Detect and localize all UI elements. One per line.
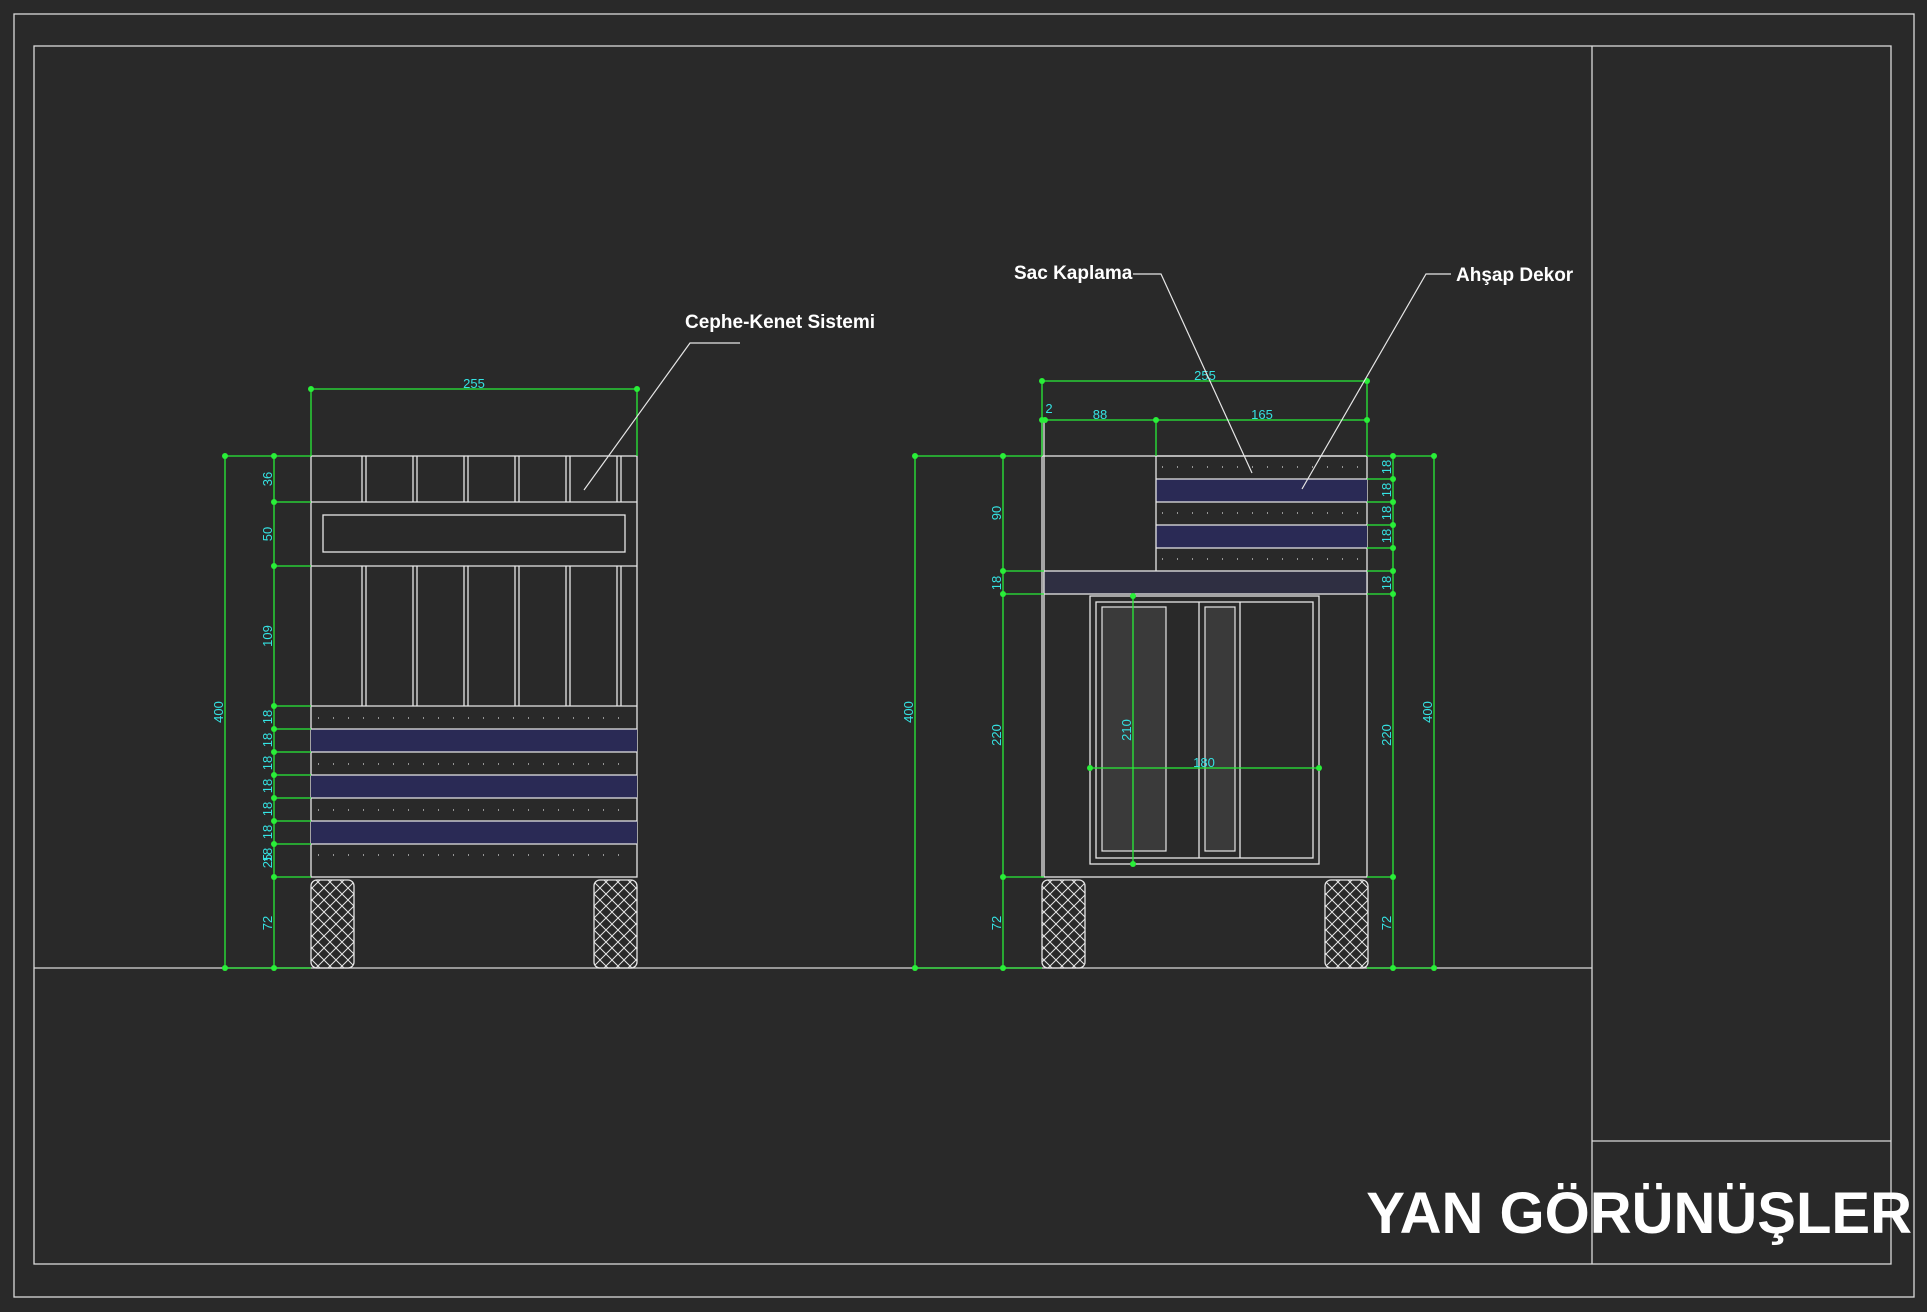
left-chain-ticks [274, 501, 311, 878]
sheet-frame [13, 13, 1915, 1298]
left-dim-seg: 18 [260, 733, 275, 747]
left-wheel-rear [593, 879, 638, 969]
right-left-seg: 18 [989, 576, 1004, 590]
left-dim-seg: 50 [260, 527, 275, 541]
left-wheel-front [310, 879, 355, 969]
right-left-seg: 72 [989, 916, 1004, 930]
left-mid-slats [361, 566, 622, 706]
right-right-seg: 18 [1379, 576, 1394, 590]
right-wheel-front [1041, 879, 1086, 969]
right-right-seg: 18 [1379, 460, 1394, 474]
left-elevation [310, 455, 638, 969]
right-left-seg: 90 [989, 506, 1004, 520]
right-right-seg: 220 [1379, 724, 1394, 746]
right-right-part-dim: 165 [1251, 407, 1273, 422]
right-right-seg: 72 [1379, 916, 1394, 930]
left-dim-seg: 109 [260, 625, 275, 647]
right-right-seg: 18 [1379, 483, 1394, 497]
left-dim-seg: 18 [260, 710, 275, 724]
left-dim-seg: 18 [260, 756, 275, 770]
door-height-dim: 210 [1119, 719, 1134, 741]
left-body-outline [310, 455, 638, 878]
left-wood-bands [311, 705, 637, 856]
callout-cephe-kenet-label: Cephe-Kenet Sistemi [685, 312, 875, 333]
left-dim-seg: 18 [260, 779, 275, 793]
right-gap-dim: 2 [1045, 401, 1052, 416]
sheet-title: YAN GÖRÜNÜŞLER [1366, 1181, 1912, 1246]
right-right-seg: 18 [1379, 529, 1394, 543]
right-wheel-rear [1324, 879, 1369, 969]
left-dimensions: 255 400 36 50 109 18 18 18 18 18 18 18 2… [211, 376, 640, 971]
right-upper-wood-bands [1155, 455, 1367, 571]
right-left-seg: 220 [989, 724, 1004, 746]
callout-ahsap-dekor-label: Ahşap Dekor [1456, 265, 1574, 286]
door-width-dim: 180 [1193, 755, 1215, 770]
right-left-total-dim: 400 [901, 701, 916, 723]
left-total-height-dim: 400 [211, 701, 226, 723]
side-elevations-drawing: YAN GÖRÜNÜŞLER 255 400 36 50 109 18 18 1… [13, 13, 1915, 1298]
left-dim-seg: 25 [260, 854, 275, 868]
left-dim-seg: 18 [260, 802, 275, 816]
callout-cephe-kenet: Cephe-Kenet Sistemi [583, 312, 875, 491]
left-sign-panel [322, 514, 626, 553]
right-right-total-dim: 400 [1420, 701, 1435, 723]
left-width-dim: 255 [463, 376, 485, 391]
left-dim-seg: 18 [260, 825, 275, 839]
left-dim-seg: 72 [260, 916, 275, 930]
right-left-part-dim: 88 [1093, 407, 1107, 422]
right-elevation [1041, 420, 1369, 969]
left-top-slats [311, 456, 637, 567]
callout-sac-kaplama-label: Sac Kaplama [1014, 263, 1133, 284]
right-roof-strip [1043, 570, 1368, 595]
callout-sac-kaplama: Sac Kaplama [1014, 263, 1253, 474]
right-right-seg: 18 [1379, 506, 1394, 520]
left-dim-seg: 36 [260, 472, 275, 486]
